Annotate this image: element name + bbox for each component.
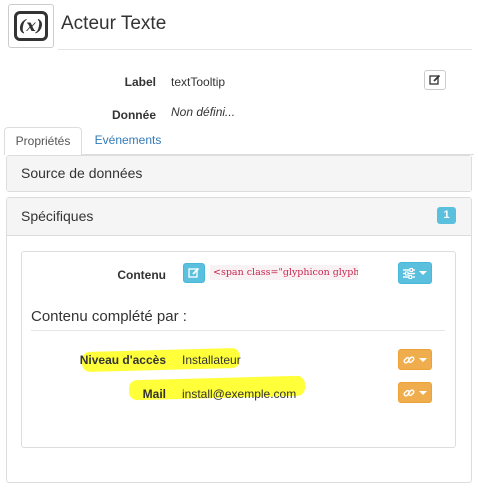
sliders-icon bbox=[403, 267, 415, 279]
edit-content-button[interactable] bbox=[183, 263, 205, 283]
app-logo: (x) bbox=[8, 4, 54, 48]
caret-down-icon bbox=[419, 271, 427, 275]
completed-by-divider bbox=[31, 330, 445, 331]
mail-caption: Mail bbox=[142, 387, 166, 401]
content-value: <span class="glyphicon glyphi... bbox=[210, 265, 358, 280]
source-panel[interactable]: Source de données bbox=[6, 155, 472, 192]
data-caption: Donnée bbox=[111, 108, 156, 122]
caret-down-icon bbox=[419, 390, 427, 395]
caret-down-icon bbox=[419, 357, 427, 362]
completed-by-heading: Contenu complété par : bbox=[31, 308, 187, 325]
link-icon bbox=[403, 355, 415, 364]
content-options-button[interactable] bbox=[398, 262, 432, 284]
source-panel-title[interactable]: Source de données bbox=[7, 156, 471, 191]
variable-icon: (x) bbox=[14, 11, 48, 41]
access-level-link-button[interactable] bbox=[398, 349, 432, 370]
edit-icon bbox=[188, 267, 200, 278]
label-value: textTooltip bbox=[171, 75, 226, 89]
access-level-caption: Niveau d'accès bbox=[79, 353, 166, 367]
tab-proprietes[interactable]: Propriétés bbox=[4, 127, 82, 155]
tab-evenements[interactable]: Evénements bbox=[84, 127, 172, 155]
page-title: Acteur Texte bbox=[61, 13, 167, 34]
data-value: Non défini... bbox=[171, 105, 236, 119]
mail-link-button[interactable] bbox=[398, 382, 432, 403]
specifics-badge: 1 bbox=[437, 207, 456, 224]
edit-label-button[interactable] bbox=[424, 70, 446, 90]
header-divider bbox=[58, 49, 472, 50]
specifics-panel-title[interactable]: Spécifiques bbox=[7, 198, 471, 236]
label-caption: Label bbox=[124, 75, 156, 89]
mail-value: install@exemple.com bbox=[182, 387, 297, 401]
edit-icon bbox=[429, 74, 441, 85]
access-level-value: Installateur bbox=[182, 353, 241, 367]
link-icon bbox=[403, 388, 415, 397]
content-caption: Contenu bbox=[117, 268, 166, 282]
